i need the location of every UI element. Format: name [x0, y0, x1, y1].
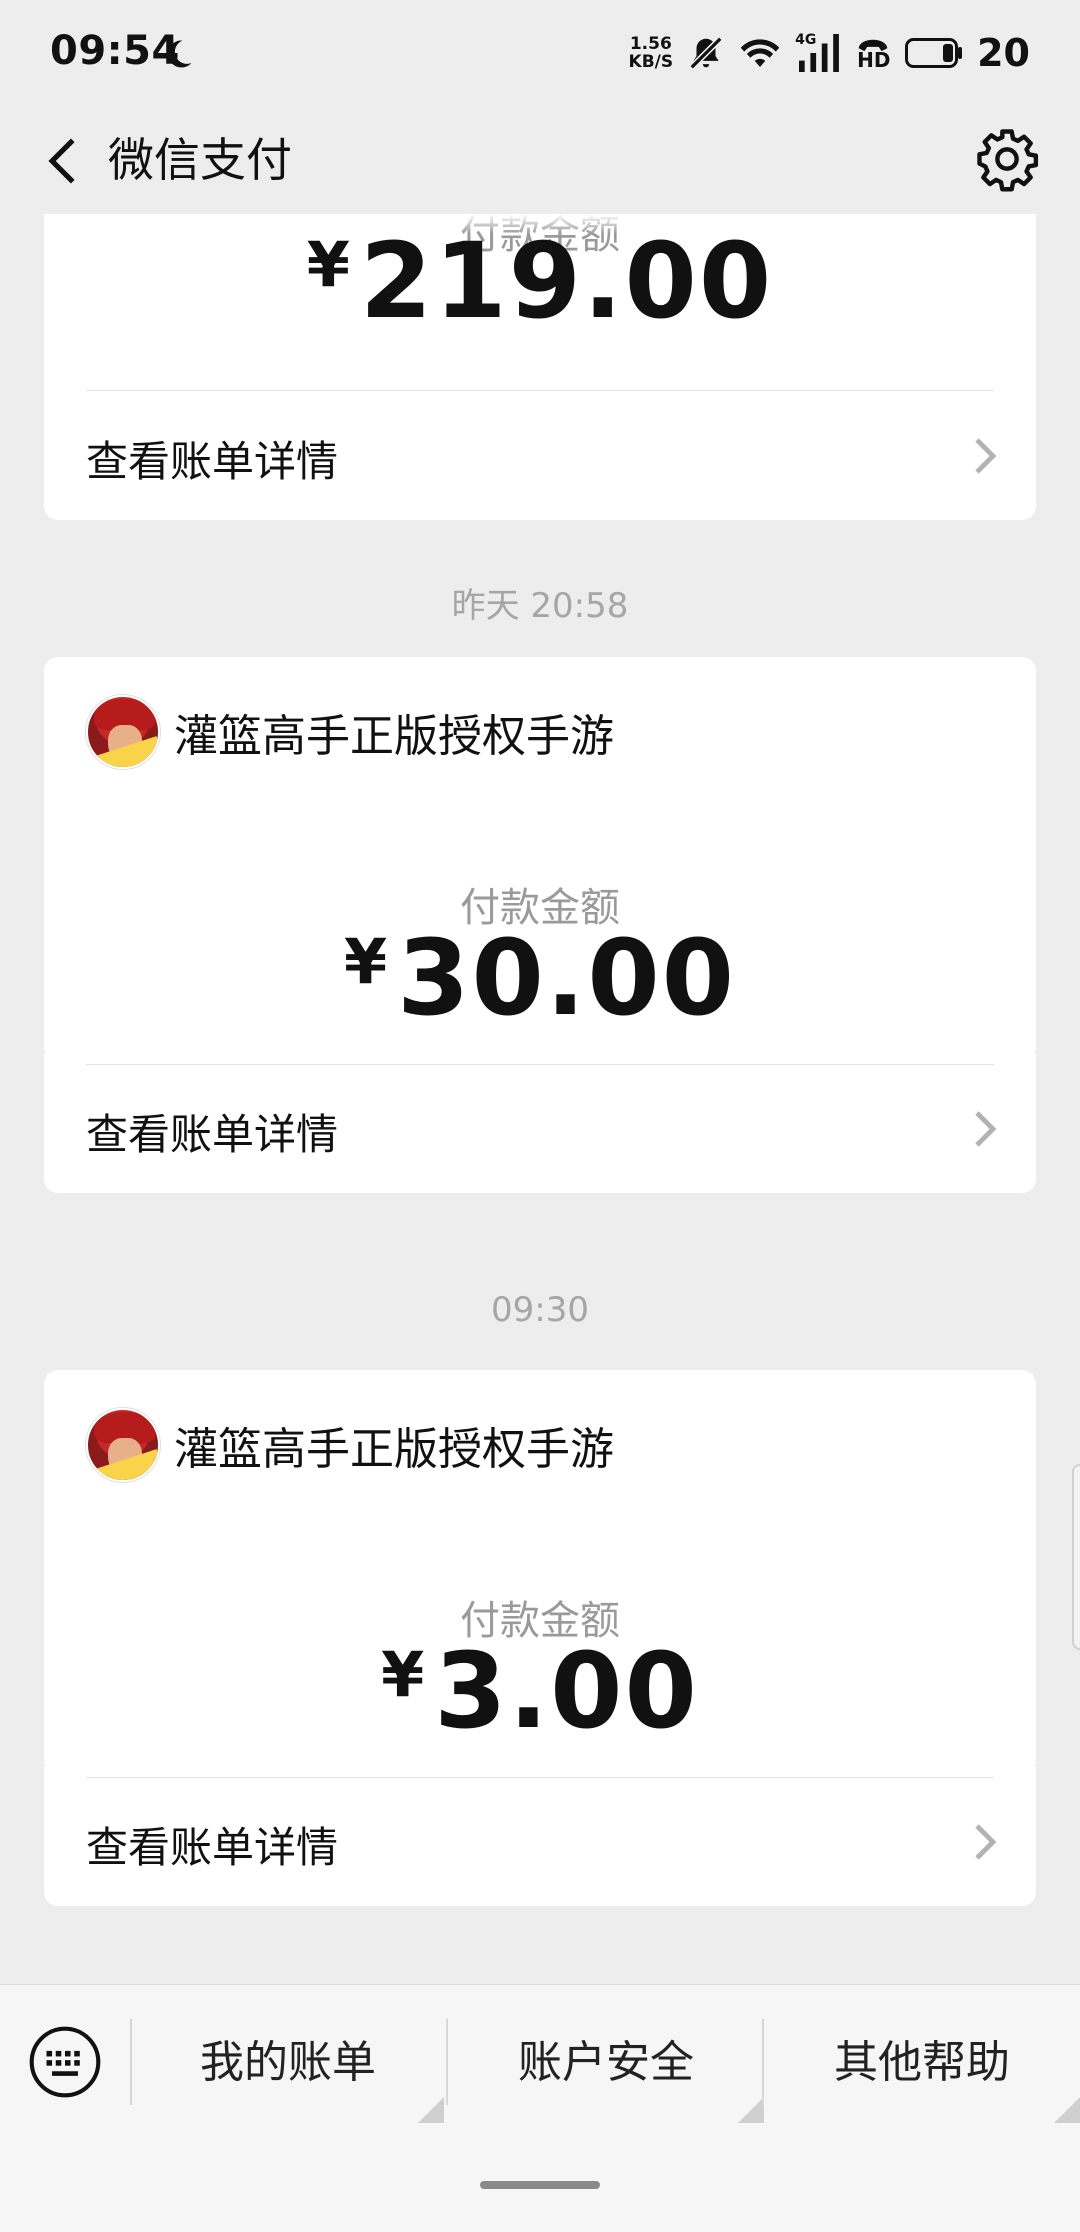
- hd-call-icon: HD: [855, 34, 891, 72]
- menu-other-help[interactable]: 其他帮助: [764, 2003, 1080, 2123]
- home-indicator[interactable]: [480, 2181, 600, 2189]
- gear-icon[interactable]: [974, 126, 1040, 192]
- chevron-right-icon: [975, 1111, 997, 1147]
- cellular-icon: 4G: [795, 32, 841, 72]
- payment-card: 付款金额 ¥219.00 查看账单详情: [44, 214, 1036, 520]
- moon-icon: [167, 40, 192, 68]
- payment-amount: ¥30.00: [44, 917, 1036, 1039]
- keyboard-icon[interactable]: [28, 2025, 102, 2099]
- amount-value: 30.00: [397, 917, 737, 1039]
- merchant-avatar: [86, 695, 160, 769]
- merchant-header: 灌篮高手正版授权手游: [86, 695, 614, 769]
- view-bill-details-row[interactable]: 查看账单详情: [44, 1065, 1036, 1193]
- bottom-menu-bar: 我的账单 账户安全 其他帮助: [0, 1984, 1080, 2232]
- payment-card: 灌篮高手正版授权手游 付款金额 ¥30.00: [44, 657, 1036, 1061]
- mute-bell-icon: [689, 36, 723, 70]
- battery-icon: [905, 38, 963, 68]
- menu-item-label: 账户安全: [518, 2037, 694, 2088]
- top-navbar: 微信支付: [0, 108, 1080, 214]
- merchant-name: 灌篮高手正版授权手游: [174, 1424, 614, 1475]
- payment-card-footer: 查看账单详情: [44, 1767, 1036, 1906]
- message-timestamp: 09:30: [491, 1290, 589, 1330]
- payment-card: 灌篮高手正版授权手游 付款金额 ¥3.00: [44, 1370, 1036, 1774]
- status-icons: 1.56 KB/S 4G HD 20: [629, 26, 1030, 80]
- status-bar: 09:54 1.56 KB/S 4G HD 20: [0, 0, 1080, 108]
- hd-label: HD: [857, 48, 891, 72]
- chevron-right-icon: [975, 438, 997, 474]
- payment-card-footer: 查看账单详情: [44, 1054, 1036, 1193]
- payment-amount: ¥3.00: [44, 1630, 1036, 1752]
- message-timestamp: 昨天 20:58: [451, 586, 629, 626]
- back-arrow-icon[interactable]: [34, 130, 96, 192]
- currency-symbol: ¥: [343, 925, 388, 998]
- battery-level: 20: [977, 31, 1030, 75]
- amount-value: 219.00: [359, 220, 774, 342]
- view-bill-details-row[interactable]: 查看账单详情: [44, 392, 1036, 520]
- amount-value: 3.00: [434, 1630, 699, 1752]
- submenu-indicator-icon: [738, 2097, 764, 2123]
- scroll-fade: [44, 214, 1036, 234]
- merchant-avatar: [86, 1408, 160, 1482]
- view-bill-details-label: 查看账单详情: [86, 1110, 339, 1159]
- submenu-indicator-icon: [1054, 2097, 1080, 2123]
- wifi-icon: [740, 39, 780, 67]
- menu-item-label: 其他帮助: [834, 2037, 1010, 2088]
- page-title: 微信支付: [108, 133, 292, 187]
- net-speed-value: 1.56: [629, 34, 672, 54]
- menu-item-label: 我的账单: [200, 2037, 376, 2088]
- merchant-name: 灌篮高手正版授权手游: [174, 711, 614, 762]
- currency-symbol: ¥: [306, 228, 350, 301]
- submenu-indicator-icon: [418, 2097, 444, 2123]
- divider: [86, 390, 994, 391]
- net-speed-unit: KB/S: [628, 52, 674, 72]
- view-bill-details-row[interactable]: 查看账单详情: [44, 1778, 1036, 1906]
- currency-symbol: ¥: [381, 1638, 425, 1711]
- scrollbar-thumb[interactable]: [1072, 1464, 1080, 1650]
- chevron-right-icon: [975, 1824, 997, 1860]
- payment-message-list[interactable]: 付款金额 ¥219.00 查看账单详情 昨天 20:58 灌篮高手正版授权手游 …: [0, 214, 1080, 1984]
- menu-my-bills[interactable]: 我的账单: [132, 2003, 444, 2123]
- menu-account-security[interactable]: 账户安全: [448, 2003, 764, 2123]
- view-bill-details-label: 查看账单详情: [86, 1823, 339, 1872]
- merchant-header: 灌篮高手正版授权手游: [86, 1408, 614, 1482]
- net-speed: 1.56 KB/S: [629, 35, 674, 71]
- view-bill-details-label: 查看账单详情: [86, 437, 339, 486]
- payment-amount: ¥219.00: [44, 220, 1036, 342]
